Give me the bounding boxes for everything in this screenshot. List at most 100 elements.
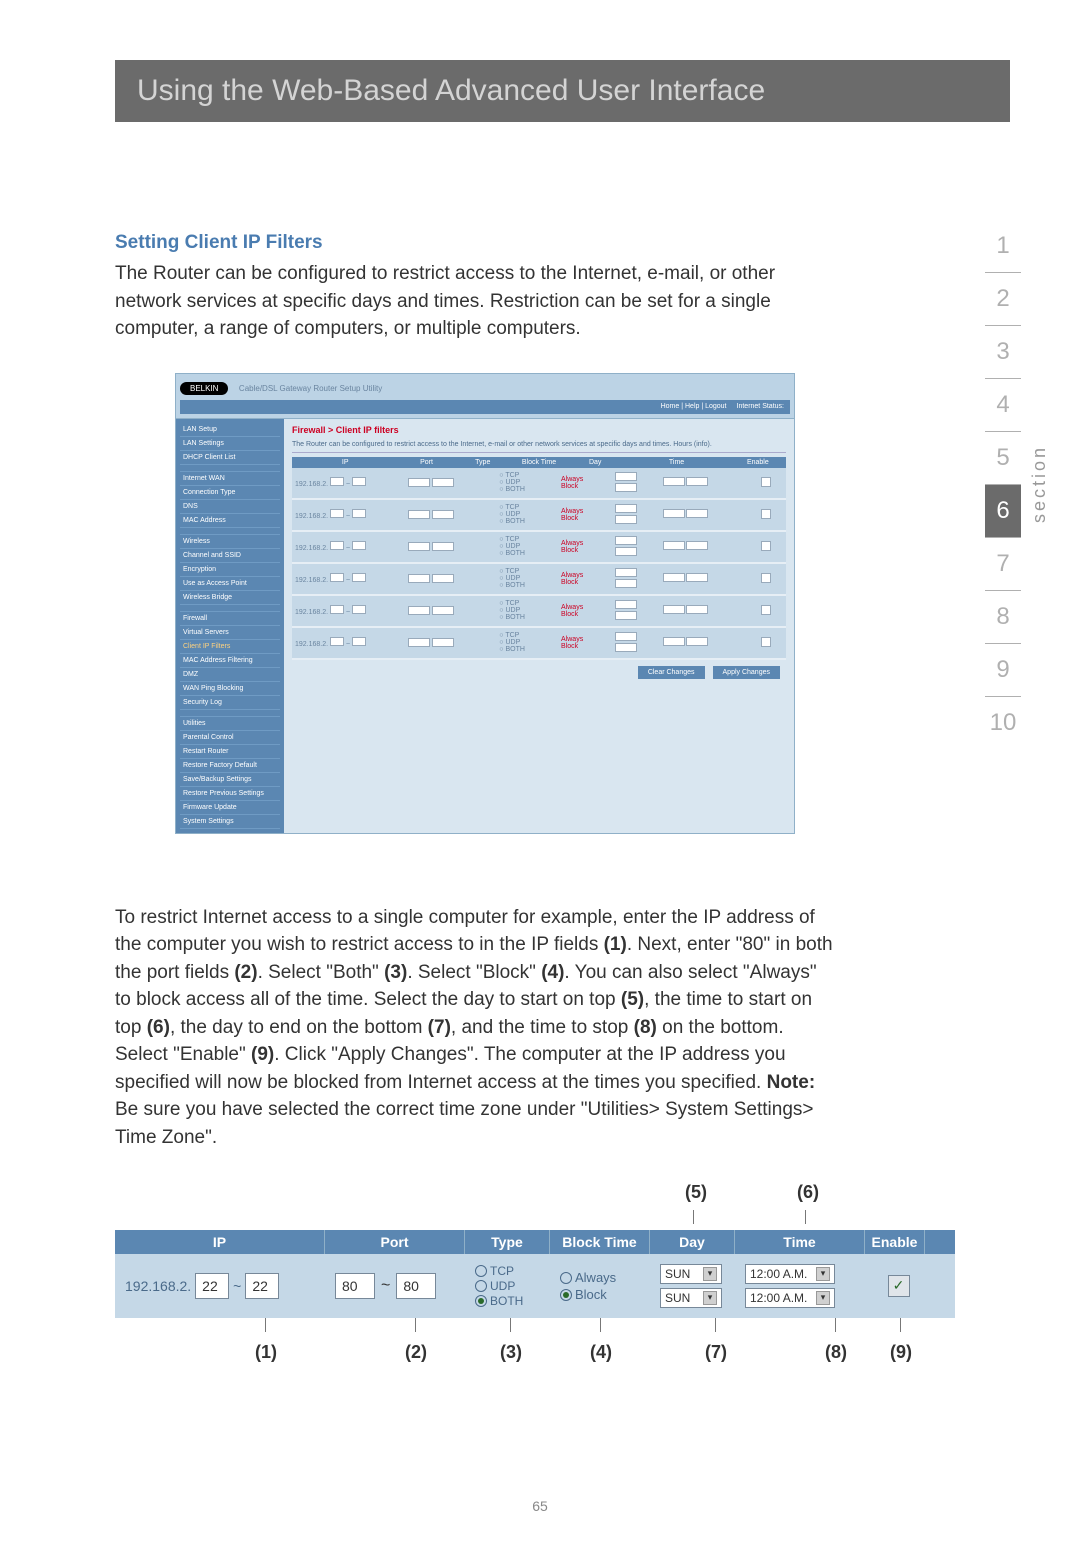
sidebar-item[interactable]: Restore Previous Settings [180,787,280,801]
callout-3: (3) [500,1342,522,1363]
sidebar-item[interactable]: Firewall [180,612,280,626]
section-nav-item[interactable]: 2 [985,273,1021,326]
ip-from-mini[interactable] [330,637,344,646]
ip-from-mini[interactable] [330,573,344,582]
sidebar-item[interactable]: DNS [180,500,280,514]
enable-mini[interactable] [761,605,771,615]
port-to-mini[interactable] [432,606,454,615]
sidebar-item[interactable]: Connection Type [180,486,280,500]
section-nav-item[interactable]: 1 [985,220,1021,273]
col-port: Port [325,1230,465,1254]
sidebar-item[interactable]: LAN Settings [180,437,280,451]
ip-to-mini[interactable] [352,605,366,614]
sidebar-item[interactable]: Security Log [180,696,280,710]
port-from-mini[interactable] [408,478,430,487]
section-nav-item[interactable]: 9 [985,644,1021,697]
ip-prefix: 192.168.2. [125,1278,191,1294]
ip-from-mini[interactable] [330,541,344,550]
clear-changes-button[interactable]: Clear Changes [638,666,705,679]
ip-from-mini[interactable] [330,509,344,518]
chevron-down-icon: ▾ [816,1267,830,1281]
port-to-mini[interactable] [432,638,454,647]
sidebar-item[interactable]: Use as Access Point [180,577,280,591]
port-to-mini[interactable] [432,510,454,519]
bt-block-radio[interactable] [560,1289,572,1301]
sidebar-item[interactable]: Virtual Servers [180,626,280,640]
sidebar-item[interactable]: Wireless [180,535,280,549]
ip-cell: 192.168.2. ~ [295,573,405,584]
port-from-mini[interactable] [408,574,430,583]
ip-from-mini[interactable] [330,477,344,486]
section-heading: Setting Client IP Filters [115,232,1010,254]
sidebar-item [180,710,280,717]
ip-to-mini[interactable] [352,509,366,518]
sidebar-item[interactable]: Parental Control [180,731,280,745]
day-start-select[interactable]: SUN▾ [660,1264,722,1284]
enable-checkbox[interactable]: ✓ [888,1275,910,1297]
type-tcp-radio[interactable] [475,1265,487,1277]
callout-9: (9) [890,1342,912,1363]
sidebar-item[interactable]: WAN Ping Blocking [180,682,280,696]
sidebar-item[interactable]: MAC Address Filtering [180,654,280,668]
day-end-select[interactable]: SUN▾ [660,1288,722,1308]
col-type: Type [465,1230,550,1254]
sidebar-item[interactable]: Restart Router [180,745,280,759]
time-end-select[interactable]: 12:00 A.M.▾ [745,1288,835,1308]
enable-cell [761,541,783,553]
section-nav-item[interactable]: 7 [985,538,1021,591]
sidebar-item[interactable]: Firmware Update [180,801,280,815]
port-to-mini[interactable] [432,574,454,583]
ip-to-mini[interactable] [352,477,366,486]
section-nav-item[interactable]: 8 [985,591,1021,644]
router-ui-screenshot: BELKIN Cable/DSL Gateway Router Setup Ut… [175,373,795,834]
enable-mini[interactable] [761,477,771,487]
sidebar-item[interactable]: Wireless Bridge [180,591,280,605]
section-nav-item[interactable]: 4 [985,379,1021,432]
sidebar-item[interactable]: DMZ [180,668,280,682]
port-from-mini[interactable] [408,542,430,551]
sidebar-item[interactable]: DHCP Client List [180,451,280,465]
section-nav-item[interactable]: 10 [985,697,1021,749]
table-row: 192.168.2. ~ ○ TCP○ UDP○ BOTHAlwaysBlock [292,628,786,660]
enable-mini[interactable] [761,541,771,551]
time-cell [663,477,758,488]
sidebar-item[interactable]: Encryption [180,563,280,577]
section-nav-item[interactable]: 5 [985,432,1021,485]
section-nav-item[interactable]: 6 [985,485,1021,538]
enable-mini[interactable] [761,637,771,647]
apply-changes-button[interactable]: Apply Changes [713,666,780,679]
port-to-mini[interactable] [432,478,454,487]
ip-to-mini[interactable] [352,637,366,646]
sidebar-item[interactable]: Utilities [180,717,280,731]
enable-mini[interactable] [761,509,771,519]
callout-ref: (7) [428,1017,451,1038]
sidebar-item[interactable]: MAC Address [180,514,280,528]
port-to-input[interactable]: 80 [396,1273,436,1299]
sidebar-item[interactable]: Internet WAN [180,472,280,486]
sidebar-item[interactable]: Restore Factory Default [180,759,280,773]
callout-1: (1) [255,1342,277,1363]
ip-from-input[interactable]: 22 [195,1273,229,1299]
ip-to-input[interactable]: 22 [245,1273,279,1299]
col-header: Enable [730,457,786,468]
bt-always-radio[interactable] [560,1272,572,1284]
sidebar-item[interactable]: Channel and SSID [180,549,280,563]
ip-to-mini[interactable] [352,541,366,550]
sidebar-item[interactable]: LAN Setup [180,423,280,437]
port-from-mini[interactable] [408,638,430,647]
time-start-select[interactable]: 12:00 A.M.▾ [745,1264,835,1284]
port-from-input[interactable]: 80 [335,1273,375,1299]
port-from-mini[interactable] [408,606,430,615]
ip-to-mini[interactable] [352,573,366,582]
enable-mini[interactable] [761,573,771,583]
type-both-radio[interactable] [475,1295,487,1307]
col-header: Port [398,457,454,468]
type-udp-radio[interactable] [475,1280,487,1292]
sidebar-item[interactable]: Client IP Filters [180,640,280,654]
port-to-mini[interactable] [432,542,454,551]
port-from-mini[interactable] [408,510,430,519]
sidebar-item[interactable]: Save/Backup Settings [180,773,280,787]
sidebar-item[interactable]: System Settings [180,815,280,829]
section-nav-item[interactable]: 3 [985,326,1021,379]
ip-from-mini[interactable] [330,605,344,614]
